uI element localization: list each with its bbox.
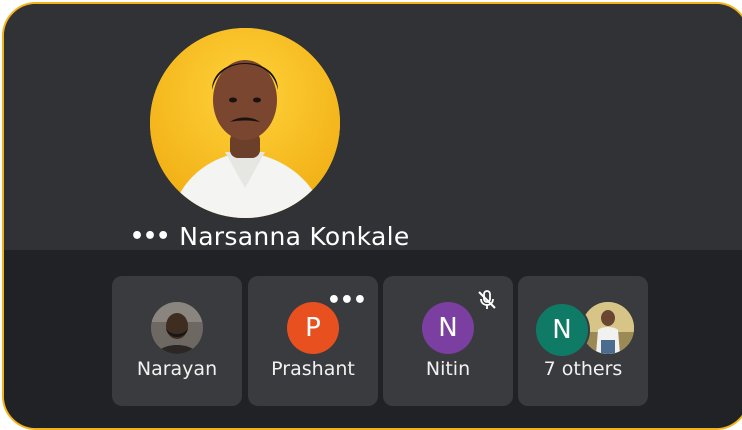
participant-initial-avatar: N	[534, 302, 590, 358]
speaker-name: Narsanna Konkale	[179, 221, 410, 251]
participant-tile-nitin[interactable]: N Nitin	[383, 276, 513, 406]
speaker-photo	[150, 28, 340, 218]
meeting-window: ••• Narsanna Konkale Narayan P ••• Prash…	[2, 2, 742, 430]
participant-initial: N	[552, 315, 572, 345]
participant-name: Narayan	[136, 358, 218, 380]
mic-off-icon	[478, 290, 496, 309]
participant-initial-avatar: N	[422, 302, 474, 354]
participant-tile-others[interactable]: N 7 others	[518, 276, 648, 406]
meeting-frame: ••• Narsanna Konkale Narayan P ••• Prash…	[0, 0, 742, 430]
active-speaker-area: ••• Narsanna Konkale	[4, 4, 742, 251]
participant-photo	[151, 302, 203, 354]
participant-name: Nitin	[425, 358, 471, 380]
participant-name: Prashant	[271, 358, 355, 380]
participant-name: 7 others	[543, 358, 623, 380]
participant-tile-prashant[interactable]: P ••• Prashant	[248, 276, 378, 406]
speaker-avatar	[150, 28, 340, 218]
more-icon[interactable]: •••	[130, 224, 170, 249]
participant-initial: N	[438, 313, 458, 343]
participant-initial: P	[305, 313, 321, 343]
participant-avatar	[151, 302, 203, 354]
more-icon[interactable]: •••	[327, 290, 367, 312]
participant-tile-narayan[interactable]: Narayan	[112, 276, 242, 406]
